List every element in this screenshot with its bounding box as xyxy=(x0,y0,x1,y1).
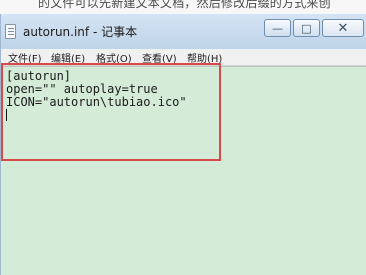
minimize-icon: — xyxy=(272,21,283,35)
menu-format[interactable]: 格式(O) xyxy=(96,50,132,65)
menu-edit[interactable]: 编辑(E) xyxy=(51,50,85,65)
close-button[interactable]: ✕ xyxy=(322,19,364,37)
minimize-button[interactable]: — xyxy=(264,19,291,37)
menu-bar: 文件(F) 编辑(E) 格式(O) 查看(V) 帮助(H) xyxy=(1,49,366,66)
notepad-icon xyxy=(5,24,16,39)
menu-file[interactable]: 文件(F) xyxy=(8,50,42,65)
text-caret xyxy=(6,109,7,121)
title-bar[interactable]: autorun.inf - 记事本 — □ ✕ xyxy=(1,14,366,49)
notepad-screenshot: 的文件可以先新建文本文档，然后修改后缀的方式来创 autorun.inf - 记… xyxy=(0,0,366,275)
background-text: 的文件可以先新建文本文档，然后修改后缀的方式来创 xyxy=(38,0,331,10)
menu-help[interactable]: 帮助(H) xyxy=(187,50,222,65)
window-title: autorun.inf - 记事本 xyxy=(23,25,138,39)
menu-view[interactable]: 查看(V) xyxy=(142,50,177,65)
maximize-button[interactable]: □ xyxy=(293,19,320,37)
window-controls: — □ ✕ xyxy=(264,19,364,37)
text-editor[interactable]: [autorun] open="" autoplay=true ICON="au… xyxy=(1,66,366,275)
maximize-icon: □ xyxy=(301,21,312,35)
editor-line-3: ICON="autorun\tubiao.ico" xyxy=(6,95,187,109)
close-icon: ✕ xyxy=(337,20,349,36)
background-text-strip: 的文件可以先新建文本文档，然后修改后缀的方式来创 xyxy=(0,0,366,14)
notepad-window: autorun.inf - 记事本 — □ ✕ 文件(F) 编辑(E) 格式(O… xyxy=(0,14,366,275)
